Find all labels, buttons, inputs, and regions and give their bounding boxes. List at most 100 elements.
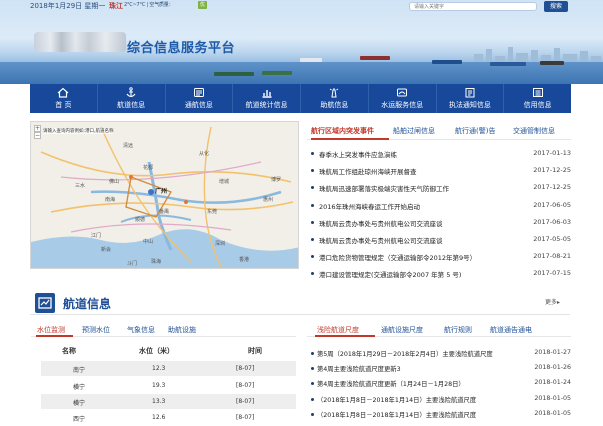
news-item[interactable]: 2016年珠州海峡春运工作开始启动 2017-06-05 bbox=[311, 198, 571, 213]
header-banner: 2018年1月29日 星期一 珠江 2°C~7°C | 空气质量： 优 搜索 综… bbox=[0, 0, 603, 84]
notice-item[interactable]: （2018年1月8日－2018年1月14日）主要浅险航道尺度 2018-01-05 bbox=[311, 408, 571, 423]
tab-shallow-channel[interactable]: 浅险航道尺度 bbox=[317, 325, 359, 335]
news-item[interactable]: 珠航局云贵办事处与贵州航电公司交流座谈 2017-05-05 bbox=[311, 232, 571, 247]
column-header-time: 时间 bbox=[248, 347, 262, 355]
map-place-label: 博罗 bbox=[271, 177, 282, 183]
site-title: 综合信息服务平台 bbox=[127, 41, 236, 56]
nav-label: 航道统计信息 bbox=[245, 101, 288, 109]
water-level-tabs: 水位监测 预测水位 气象信息 助航设施 bbox=[31, 323, 296, 337]
news-item[interactable]: 珠航局云贵办事处与贵州航电公司交流座谈 2017-06-03 bbox=[311, 215, 571, 230]
news-title: 珠航局云贵办事处与贵州航电公司交流座谈 bbox=[319, 237, 443, 245]
news-date: 2017-01-13 bbox=[533, 149, 571, 157]
notice-date: 2018-01-05 bbox=[534, 395, 571, 402]
zoom-out-button[interactable]: − bbox=[34, 132, 41, 139]
ship-icon bbox=[193, 88, 204, 97]
ship-icon bbox=[360, 56, 390, 60]
news-date: 2017-08-21 bbox=[533, 252, 571, 260]
map-place-label: 清远 bbox=[123, 143, 134, 149]
cell-name: 西宁 bbox=[73, 416, 86, 423]
section-title: 航道信息 bbox=[63, 297, 112, 311]
notice-item[interactable]: 第4周主要浅险航道尺度更新3 2018-01-26 bbox=[311, 362, 571, 377]
bullet-icon bbox=[311, 169, 314, 172]
column-header-name: 名称 bbox=[62, 347, 76, 355]
news-date: 2017-05-05 bbox=[533, 235, 571, 243]
news-title: 2016年珠州海峡春运工作开始启动 bbox=[319, 203, 421, 211]
tab-forecast-level[interactable]: 预测水位 bbox=[82, 325, 110, 335]
map-place-label: 香港 bbox=[239, 257, 250, 263]
notice-title: （2018年1月8日－2018年1月14日）主要浅险航道尺度 bbox=[317, 412, 477, 419]
cell-time: [8-07] bbox=[236, 398, 255, 405]
notice-item[interactable]: 第4周主要浅险航道尺度更新（1月24日－1月28日） 2018-01-24 bbox=[311, 377, 571, 392]
credit-icon bbox=[532, 88, 543, 97]
notice-date: 2018-01-26 bbox=[534, 364, 571, 371]
news-date: 2017-07-15 bbox=[533, 269, 571, 277]
notice-item[interactable]: （2018年1月8日－2018年1月14日）主要浅险航道尺度 2018-01-05 bbox=[311, 393, 571, 408]
channel-dimension-tabs: 浅险航道尺度 通航设施尺度 航行规则 航道通告通电 bbox=[307, 323, 571, 337]
map-search-hint[interactable]: 请输入查询内容例如:港口,航道名称 bbox=[43, 128, 114, 134]
table-row[interactable]: 横宁 13.3 [8-07] bbox=[41, 394, 296, 409]
weather-text: 2°C~7°C | 空气质量： bbox=[124, 2, 174, 8]
tab-navigation-notice[interactable]: 航行通(警)告 bbox=[455, 126, 495, 136]
news-item[interactable]: 港口建设管理规定(交通运输部令2007 年第 5 号) 2017-07-15 bbox=[311, 266, 571, 281]
search-input[interactable] bbox=[409, 2, 537, 11]
tab-weather-info[interactable]: 气象信息 bbox=[127, 325, 155, 335]
map-canvas bbox=[31, 126, 298, 268]
news-title: 港口危险货物管理规定（交通运输部令2012年第9号） bbox=[319, 254, 477, 262]
map-place-label: 惠州 bbox=[263, 197, 274, 203]
notice-item[interactable]: 第5周（2018年1月29日－2018年2月4日）主要浅险航道尺度 2018-01… bbox=[311, 347, 571, 362]
map-place-label: 珠海 bbox=[151, 259, 162, 265]
news-item[interactable]: 珠航局工作组赴琼州海峡开展督查 2017-12-25 bbox=[311, 163, 571, 178]
table-row[interactable]: 南宁 12.3 [8-07] bbox=[41, 361, 296, 376]
notice-date: 2018-01-27 bbox=[534, 349, 571, 356]
nav-item-channel-info[interactable]: 航道信息 bbox=[98, 84, 166, 113]
zoom-in-button[interactable]: + bbox=[34, 125, 41, 132]
nav-item-navigation-info[interactable]: 通航信息 bbox=[166, 84, 234, 113]
cell-level: 12.6 bbox=[152, 414, 166, 421]
bullet-icon bbox=[311, 152, 314, 155]
map-place-label: 增城 bbox=[219, 179, 230, 185]
table-row[interactable]: 西宁 12.6 [8-07] bbox=[41, 410, 296, 425]
news-title: 港口建设管理规定(交通运输部令2007 年第 5 号) bbox=[319, 271, 462, 279]
tab-traffic-control[interactable]: 交通管制信息 bbox=[513, 126, 555, 136]
cell-time: [8-07] bbox=[236, 365, 255, 372]
nav-item-home[interactable]: 首 页 bbox=[30, 84, 98, 113]
beacon-icon bbox=[330, 88, 339, 98]
more-link[interactable]: 更多▸ bbox=[545, 297, 560, 306]
cell-level: 19.3 bbox=[152, 382, 166, 389]
home-icon bbox=[57, 87, 69, 98]
nav-item-statistics[interactable]: 航道统计信息 bbox=[233, 84, 301, 113]
tab-channel-notice[interactable]: 航道通告通电 bbox=[490, 325, 532, 335]
map-place-label: 东莞 bbox=[207, 209, 218, 215]
map-zoom-control: + − bbox=[34, 125, 41, 139]
ship-icon bbox=[490, 62, 526, 66]
map-place-label: 江门 bbox=[91, 233, 102, 239]
nav-item-aid-info[interactable]: 助航信息 bbox=[301, 84, 369, 113]
map-place-label: 新会 bbox=[101, 247, 112, 253]
search-button[interactable]: 搜索 bbox=[544, 1, 568, 12]
news-item[interactable]: 珠航局迅速部署落实极端灾害性天气防御工作 2017-12-25 bbox=[311, 180, 571, 195]
air-quality-badge: 优 bbox=[198, 1, 207, 9]
tab-facility-dimension[interactable]: 通航设施尺度 bbox=[381, 325, 423, 335]
nav-item-law-notice[interactable]: 执法通知信息 bbox=[437, 84, 505, 113]
tab-water-monitoring[interactable]: 水位监测 bbox=[37, 325, 65, 335]
tab-navigation-rules[interactable]: 航行规则 bbox=[444, 325, 472, 335]
tab-navigation-aids[interactable]: 助航设施 bbox=[168, 325, 196, 335]
news-item[interactable]: 春季水上突发事件应急演练 2017-01-13 bbox=[311, 146, 571, 161]
tab-lock-info[interactable]: 船舶过闸信息 bbox=[393, 126, 435, 136]
map-place-label: 顺德 bbox=[135, 217, 146, 223]
nav-label: 通航信息 bbox=[184, 101, 213, 109]
cell-name: 横宁 bbox=[73, 400, 86, 407]
notice-date: 2018-01-05 bbox=[534, 410, 571, 417]
waterway-map[interactable]: 佛山 广州 番禺 东莞 中山 江门 珠海 深圳 惠州 清远 从化 增城 顺德 南… bbox=[30, 121, 299, 269]
service-icon bbox=[397, 88, 408, 97]
news-item[interactable]: 港口危险货物管理规定（交通运输部令2012年第9号） 2017-08-21 bbox=[311, 249, 571, 264]
nav-item-credit-info[interactable]: 信用信息 bbox=[504, 84, 571, 113]
tab-emergency-events[interactable]: 航行区域内突发事件 bbox=[311, 126, 374, 136]
table-row[interactable]: 横宁 19.3 [8-07] bbox=[41, 378, 296, 393]
nav-item-service-info[interactable]: 水运服务信息 bbox=[369, 84, 437, 113]
logo-emblem bbox=[34, 32, 126, 52]
news-panel: 航行区域内突发事件 船舶过闸信息 航行通(警)告 交通管制信息 春季水上突发事件… bbox=[307, 122, 571, 279]
map-place-label: 广州 bbox=[155, 188, 168, 195]
bullet-icon bbox=[311, 398, 314, 401]
cell-name: 南宁 bbox=[73, 367, 86, 374]
